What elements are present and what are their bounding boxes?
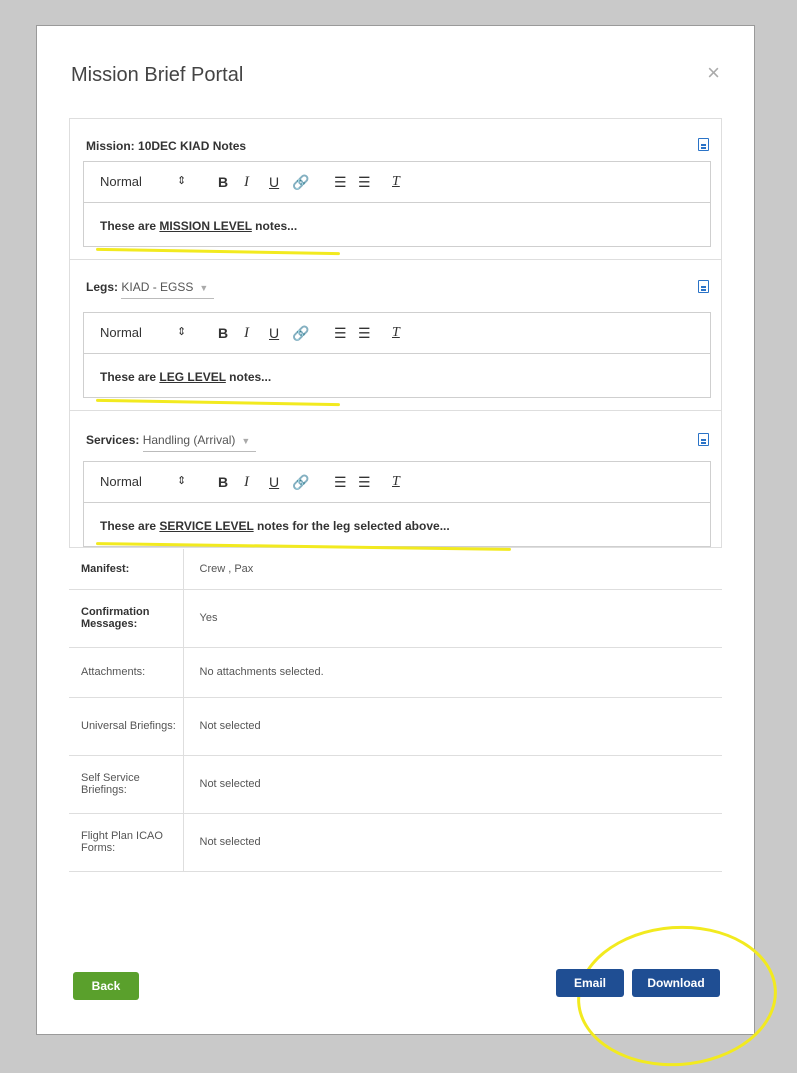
services-dropdown[interactable]: Handling (Arrival) ▼ (142, 433, 257, 452)
clear-format-icon[interactable]: T (392, 474, 400, 490)
bullet-list-icon[interactable]: ☰ (358, 325, 371, 342)
ordered-list-icon[interactable]: ☰ (334, 474, 347, 491)
mission-label: Mission: 10DEC KIAD Notes (86, 139, 247, 153)
editor-toolbar: Normal ⇕ B I U 🔗 ☰ ☰ T (84, 313, 710, 354)
table-row: Manifest: Crew , Pax (69, 549, 722, 590)
mission-notes-editor[interactable]: Normal ⇕ B I U 🔗 ☰ ☰ T These are MISSION… (83, 161, 711, 247)
clear-format-icon[interactable]: T (392, 174, 400, 190)
row-key: Confirmation Messages: (69, 589, 184, 648)
leg-notes-editor[interactable]: Normal ⇕ B I U 🔗 ☰ ☰ T These are LEG LEV… (83, 312, 711, 398)
table-row: Universal Briefings: Not selected (69, 697, 722, 756)
link-icon[interactable]: 🔗 (292, 325, 309, 342)
services-label: Services: Handling (Arrival) ▼ (86, 433, 257, 452)
modal-title: Mission Brief Portal (71, 64, 244, 86)
format-select[interactable]: Normal (100, 325, 142, 340)
italic-button[interactable]: I (244, 474, 249, 491)
row-value: Crew , Pax (183, 549, 722, 590)
mission-note-text[interactable]: These are MISSION LEVEL notes... (100, 219, 297, 233)
legs-label: Legs: KIAD - EGSS ▼ (86, 280, 215, 299)
ordered-list-icon[interactable]: ☰ (334, 174, 347, 191)
email-button[interactable]: Email (556, 969, 624, 997)
editor-toolbar: Normal ⇕ B I U 🔗 ☰ ☰ T (84, 162, 710, 203)
link-icon[interactable]: 🔗 (292, 174, 309, 191)
format-select-arrow-icon[interactable]: ⇕ (177, 474, 186, 487)
underline-button[interactable]: U (269, 174, 279, 190)
row-value: Not selected (183, 755, 722, 814)
editor-toolbar: Normal ⇕ B I U 🔗 ☰ ☰ T (84, 462, 710, 503)
document-icon[interactable] (698, 280, 709, 293)
row-value: Not selected (183, 697, 722, 756)
row-key: Self Service Briefings: (69, 755, 184, 814)
bullet-list-icon[interactable]: ☰ (358, 174, 371, 191)
italic-button[interactable]: I (244, 174, 249, 191)
service-notes-editor[interactable]: Normal ⇕ B I U 🔗 ☰ ☰ T These are SERVICE… (83, 461, 711, 547)
close-icon[interactable]: × (707, 62, 720, 84)
services-section: Services: Handling (Arrival) ▼ Normal ⇕ B… (70, 411, 721, 551)
document-icon[interactable] (698, 138, 709, 151)
back-button[interactable]: Back (73, 972, 139, 1000)
legs-section: Legs: KIAD - EGSS ▼ Normal ⇕ B I U 🔗 ☰ ☰ … (70, 260, 721, 411)
bold-button[interactable]: B (218, 474, 228, 490)
mission-name: 10DEC KIAD Notes (138, 139, 247, 153)
service-note-text[interactable]: These are SERVICE LEVEL notes for the le… (100, 519, 450, 533)
bold-button[interactable]: B (218, 325, 228, 341)
highlight-mark (95, 247, 341, 256)
mission-brief-modal: Mission Brief Portal × Mission: 10DEC KI… (36, 25, 782, 1073)
legs-dropdown[interactable]: KIAD - EGSS ▼ (121, 280, 215, 299)
row-key: Flight Plan ICAO Forms: (69, 813, 184, 872)
highlight-mark (95, 398, 341, 407)
table-row: Flight Plan ICAO Forms: Not selected (69, 813, 722, 872)
row-value: Not selected (183, 813, 722, 872)
italic-button[interactable]: I (244, 325, 249, 342)
download-button[interactable]: Download (632, 969, 720, 997)
row-key: Universal Briefings: (69, 697, 184, 756)
row-value: No attachments selected. (183, 647, 722, 698)
bold-button[interactable]: B (218, 174, 228, 190)
brief-summary-table: Manifest: Crew , Pax Confirmation Messag… (69, 549, 722, 872)
table-row: Self Service Briefings: Not selected (69, 755, 722, 814)
format-select-arrow-icon[interactable]: ⇕ (177, 174, 186, 187)
row-key: Manifest: (69, 549, 184, 590)
ordered-list-icon[interactable]: ☰ (334, 325, 347, 342)
row-key: Attachments: (69, 647, 184, 698)
table-row: Confirmation Messages: Yes (69, 589, 722, 648)
leg-note-text[interactable]: These are LEG LEVEL notes... (100, 370, 271, 384)
table-row: Attachments: No attachments selected. (69, 647, 722, 698)
underline-button[interactable]: U (269, 474, 279, 490)
bullet-list-icon[interactable]: ☰ (358, 474, 371, 491)
notes-panel: Mission: 10DEC KIAD Notes Normal ⇕ B I U… (69, 118, 722, 551)
format-select-arrow-icon[interactable]: ⇕ (177, 325, 186, 338)
format-select[interactable]: Normal (100, 174, 142, 189)
clear-format-icon[interactable]: T (392, 325, 400, 341)
link-icon[interactable]: 🔗 (292, 474, 309, 491)
document-icon[interactable] (698, 433, 709, 446)
row-value: Yes (183, 589, 722, 648)
mission-section: Mission: 10DEC KIAD Notes Normal ⇕ B I U… (70, 119, 721, 260)
format-select[interactable]: Normal (100, 474, 142, 489)
underline-button[interactable]: U (269, 325, 279, 341)
